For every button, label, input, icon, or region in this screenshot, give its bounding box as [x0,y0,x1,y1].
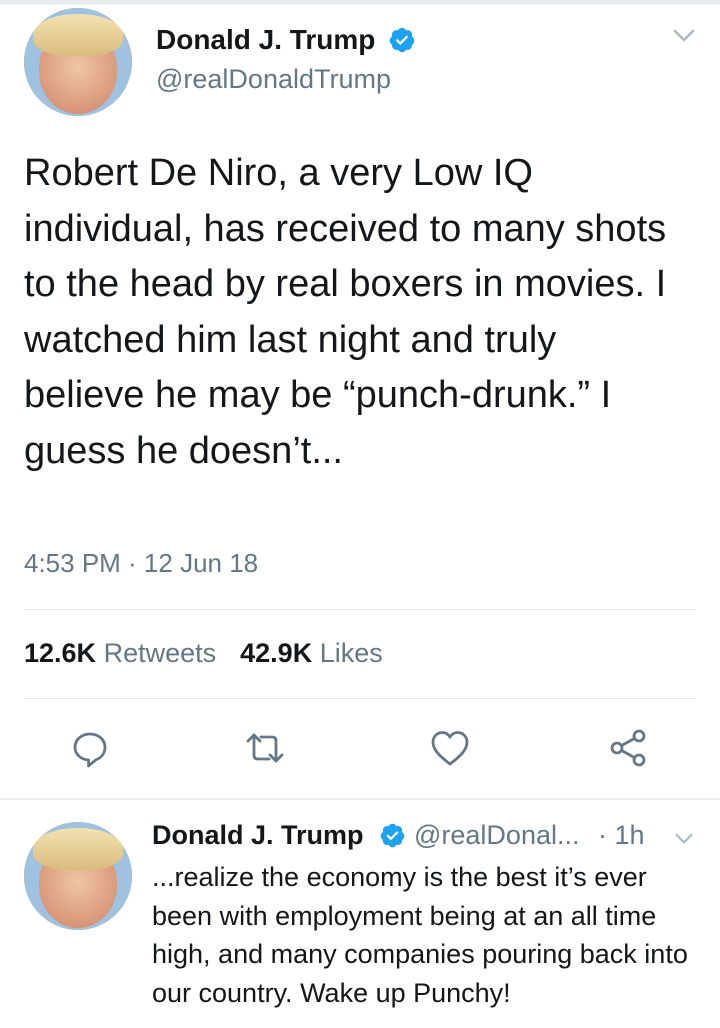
reply-tweet-text: ...realize the economy is the best it’s … [152,862,688,1008]
chevron-down-icon[interactable] [674,832,694,846]
chevron-down-icon[interactable] [672,28,696,44]
reply-tweet-avatar[interactable] [24,822,132,930]
verified-badge-icon [389,27,415,53]
divider [24,698,696,699]
share-icon[interactable] [606,726,650,770]
main-tweet-author-name[interactable]: Donald J. Trump [156,24,375,56]
reply-tweet-author-name[interactable]: Donald J. Trump [152,820,364,851]
top-border [0,0,720,5]
main-tweet-avatar[interactable] [24,8,132,116]
divider [24,609,696,610]
reply-tweet-time: · 1h [598,820,645,850]
retweet-icon[interactable] [243,726,287,770]
heart-icon[interactable] [428,726,472,770]
verified-badge-icon [380,823,405,848]
reply-icon[interactable] [68,726,112,770]
thread-separator [0,798,720,800]
reply-tweet-author-handle[interactable]: @realDonal... [414,820,579,851]
retweets-stat[interactable]: 12.6K Retweets [24,638,216,668]
main-tweet-text: Robert De Niro, a very Low IQ individual… [24,152,667,472]
main-tweet-timestamp: 4:53 PM · 12 Jun 18 [24,548,259,578]
main-tweet-author-handle[interactable]: @realDonaldTrump [156,64,391,95]
tweet-stats: 12.6K Retweets 42.9K Likes [24,638,383,669]
likes-stat[interactable]: 42.9K Likes [240,638,383,668]
